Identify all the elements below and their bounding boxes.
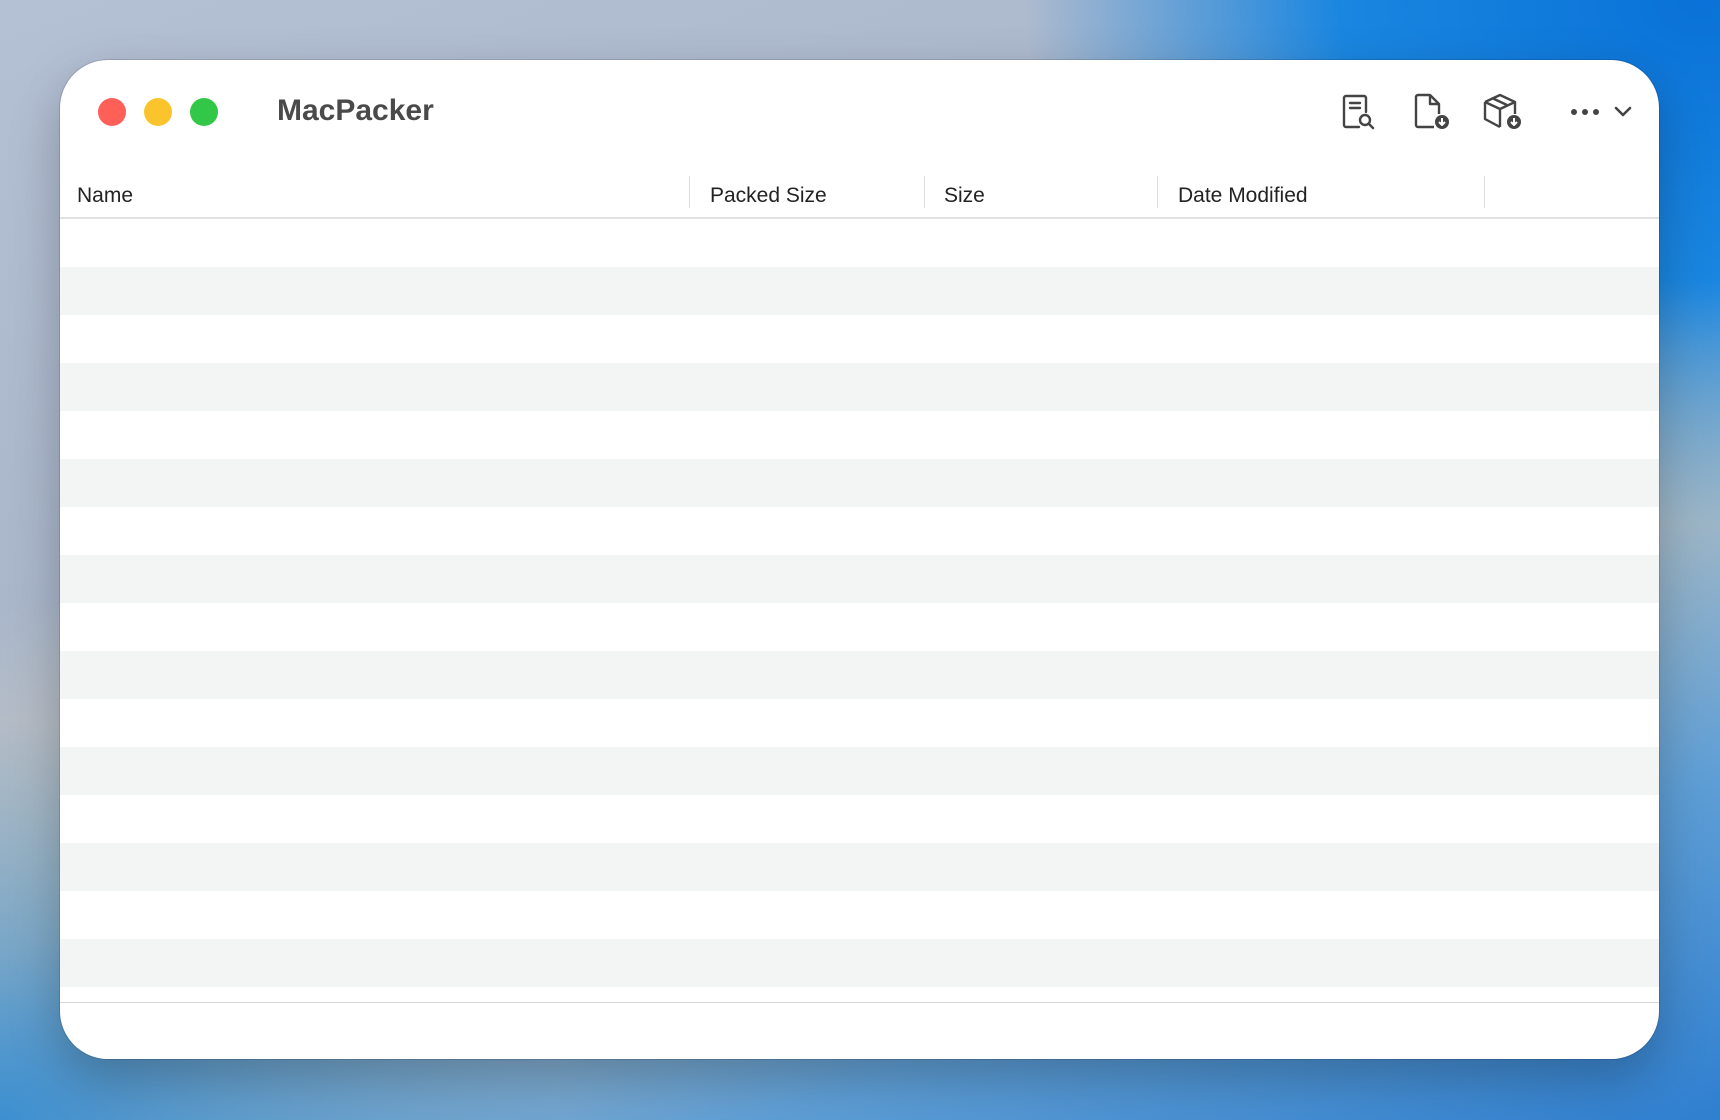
empty-row bbox=[60, 747, 1659, 795]
column-header-date-modified[interactable]: Date Modified bbox=[1178, 184, 1308, 208]
empty-row bbox=[60, 459, 1659, 507]
preview-button[interactable] bbox=[1336, 90, 1380, 134]
column-divider[interactable] bbox=[1157, 176, 1158, 208]
empty-row bbox=[60, 267, 1659, 315]
empty-row bbox=[60, 411, 1659, 459]
column-divider[interactable] bbox=[1484, 176, 1485, 208]
more-icon bbox=[1571, 106, 1632, 117]
empty-row bbox=[60, 555, 1659, 603]
empty-row bbox=[60, 603, 1659, 651]
extract-file-button[interactable] bbox=[1410, 90, 1454, 134]
empty-row bbox=[60, 219, 1659, 267]
close-button[interactable] bbox=[98, 98, 126, 126]
extract-file-icon bbox=[1414, 93, 1449, 129]
column-divider[interactable] bbox=[924, 176, 925, 208]
zoom-button[interactable] bbox=[190, 98, 218, 126]
empty-row bbox=[60, 795, 1659, 843]
empty-row bbox=[60, 939, 1659, 987]
minimize-button[interactable] bbox=[144, 98, 172, 126]
empty-row bbox=[60, 315, 1659, 363]
empty-row bbox=[60, 363, 1659, 411]
empty-row bbox=[60, 507, 1659, 555]
empty-row bbox=[60, 891, 1659, 939]
column-header-name[interactable]: Name bbox=[77, 184, 133, 208]
empty-row bbox=[60, 651, 1659, 699]
column-divider[interactable] bbox=[689, 176, 690, 208]
extract-archive-icon bbox=[1483, 93, 1521, 129]
empty-row bbox=[60, 699, 1659, 747]
column-header-size[interactable]: Size bbox=[944, 184, 985, 208]
preview-icon bbox=[1342, 94, 1375, 130]
footer-divider bbox=[60, 1002, 1659, 1003]
file-list[interactable] bbox=[60, 219, 1659, 987]
column-header-packed-size[interactable]: Packed Size bbox=[710, 184, 827, 208]
extract-archive-button[interactable] bbox=[1481, 90, 1525, 134]
table-header: Name Packed Size Size Date Modified bbox=[60, 170, 1659, 219]
more-menu-button[interactable] bbox=[1566, 90, 1640, 134]
window-title: MacPacker bbox=[277, 94, 434, 127]
empty-row bbox=[60, 843, 1659, 891]
